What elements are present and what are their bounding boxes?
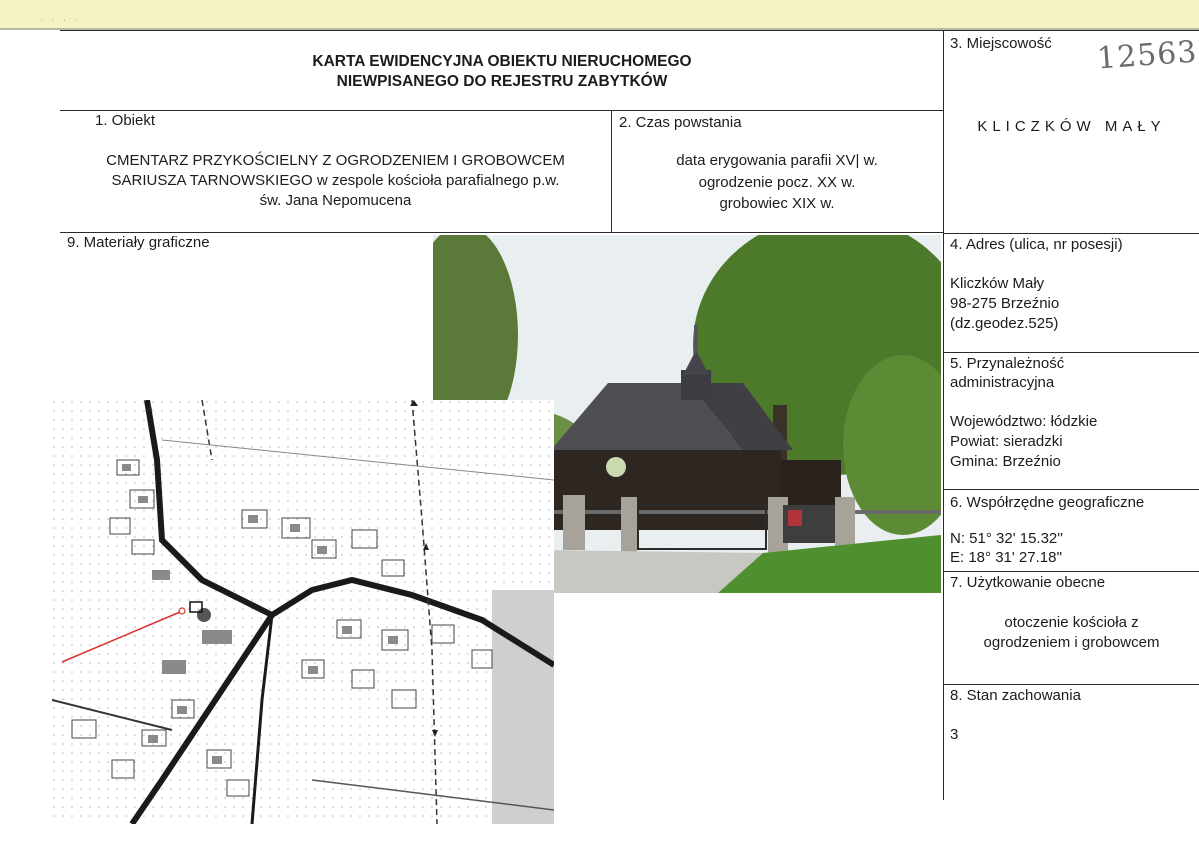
rule-right-2 (943, 352, 1199, 353)
longitude-line: E: 18° 31' 27.18'' (950, 549, 1063, 566)
rule-right-5 (943, 684, 1199, 685)
scan-speck: · · · · (40, 15, 81, 25)
cadastral-map (52, 400, 554, 824)
uzytkowanie-label: 7. Użytkowanie obecne (950, 574, 1106, 591)
scan-top-edge (0, 0, 1199, 30)
adres-line-1: Kliczków Mały (950, 275, 1045, 292)
adres-label: 4. Adres (ulica, nr posesji) (950, 236, 1123, 253)
rule-header-top (60, 30, 1199, 31)
uzytkowanie-line-1: otoczenie kościoła z (1004, 614, 1139, 631)
card-title-line1: KARTA EWIDENCYJNA OBIEKTU NIERUCHOMEGO (312, 53, 692, 70)
przynaleznosc-label-2: administracyjna (950, 374, 1055, 391)
gmina-line: Gmina: Brzeźnio (950, 453, 1061, 470)
powiat-line: Powiat: sieradzki (950, 433, 1063, 450)
wojewodztwo-line: Województwo: łódzkie (950, 413, 1098, 430)
czas-line-3: grobowiec XIX w. (719, 195, 835, 212)
materialy-label: 9. Materiały graficzne (67, 234, 210, 251)
obiekt-line-2: SARIUSZA TARNOWSKIEGO w zespole kościoła… (111, 172, 560, 189)
obiekt-label: 1. Obiekt (95, 112, 156, 129)
adres-line-3: (dz.geodez.525) (950, 315, 1059, 332)
miejscowosc-label: 3. Miejscowość (950, 35, 1052, 52)
card-title-line2: NIEWPISANEGO DO REJESTRU ZABYTKÓW (336, 73, 668, 90)
rule-right-1 (943, 233, 1199, 234)
inventory-number: 12563 (1095, 34, 1199, 77)
wspolrzedne-label: 6. Współrzędne geograficzne (950, 494, 1145, 511)
czas-line-2: ogrodzenie pocz. XX w. (698, 174, 856, 191)
przynaleznosc-label-1: 5. Przynależność (950, 355, 1065, 372)
rule-right-3 (943, 489, 1199, 490)
stan-label: 8. Stan zachowania (950, 687, 1081, 704)
rule-row1-bottom (60, 232, 944, 233)
obiekt-line-1: CMENTARZ PRZYKOŚCIELNY Z OGRODZENIEM I G… (106, 152, 565, 169)
obiekt-line-3: św. Jana Nepomucena (259, 192, 412, 209)
stan-value: 3 (950, 726, 959, 743)
rule-right-4 (943, 571, 1199, 572)
uzytkowanie-line-2: ogrodzeniem i grobowcem (983, 634, 1160, 651)
rule-title-bottom (60, 110, 944, 111)
czas-line-1: data erygowania parafii XV| w. (676, 152, 878, 169)
latitude-line: N: 51° 32' 15.32'' (950, 530, 1063, 547)
czas-label: 2. Czas powstania (619, 114, 742, 131)
miejscowosc-value: KLICZKÓW MAŁY (977, 118, 1166, 135)
rule-col-divider (611, 110, 612, 232)
adres-line-2: 98-275 Brzeźnio (950, 295, 1060, 312)
